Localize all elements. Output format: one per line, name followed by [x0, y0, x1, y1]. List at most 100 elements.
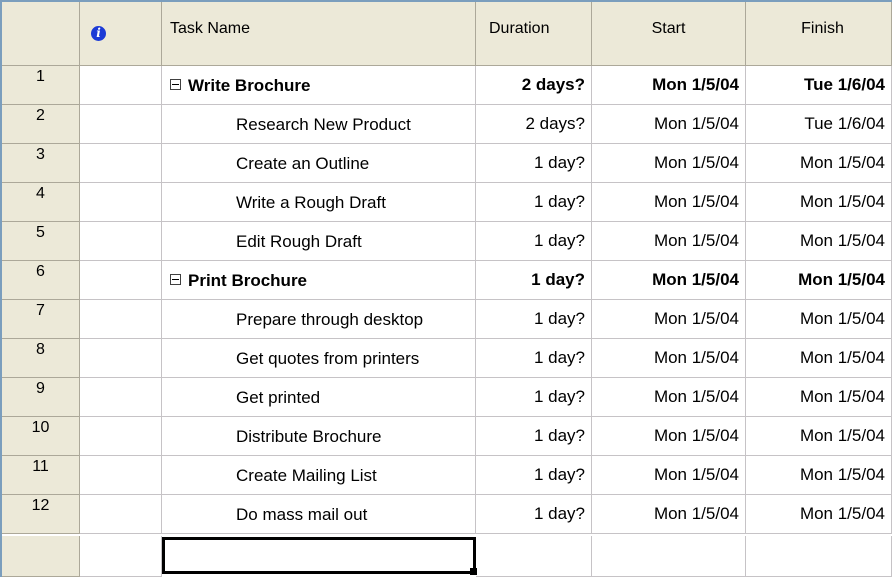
row-number[interactable]: 2: [2, 105, 80, 144]
duration-cell[interactable]: 1 day?: [476, 417, 592, 456]
task-name-cell[interactable]: Create Mailing List: [162, 456, 476, 495]
finish-cell[interactable]: Mon 1/5/04: [746, 183, 892, 222]
duration-cell[interactable]: 1 day?: [476, 183, 592, 222]
task-name-header-label: Task Name: [170, 20, 251, 37]
duration-cell[interactable]: 1 day?: [476, 339, 592, 378]
row-number[interactable]: 9: [2, 378, 80, 417]
select-all-corner[interactable]: [2, 2, 80, 66]
task-name-cell[interactable]: Get quotes from printers: [162, 339, 476, 378]
finish-cell[interactable]: Mon 1/5/04: [746, 339, 892, 378]
finish-cell[interactable]: Mon 1/5/04: [746, 300, 892, 339]
finish-cell[interactable]: Mon 1/5/04: [746, 378, 892, 417]
row-number[interactable]: 6: [2, 261, 80, 300]
duration-cell[interactable]: 2 days?: [476, 66, 592, 105]
row-number[interactable]: 3: [2, 144, 80, 183]
task-name-cell[interactable]: Distribute Brochure: [162, 417, 476, 456]
indicator-cell[interactable]: [80, 144, 162, 183]
finish-header-label: Finish: [801, 20, 844, 37]
empty-duration-cell[interactable]: [476, 536, 592, 577]
indicator-cell[interactable]: [80, 300, 162, 339]
duration-cell[interactable]: 1 day?: [476, 495, 592, 534]
finish-cell[interactable]: Mon 1/5/04: [746, 222, 892, 261]
duration-cell[interactable]: 1 day?: [476, 378, 592, 417]
task-name-text: Distribute Brochure: [236, 426, 382, 446]
collapse-icon[interactable]: [170, 273, 181, 285]
indicator-cell[interactable]: [80, 261, 162, 300]
indicator-cell[interactable]: [80, 456, 162, 495]
row-number[interactable]: 12: [2, 495, 80, 534]
task-name-cell[interactable]: Write a Rough Draft: [162, 183, 476, 222]
duration-cell[interactable]: 1 day?: [476, 222, 592, 261]
task-name-cell[interactable]: Create an Outline: [162, 144, 476, 183]
task-name-text: Write Brochure: [188, 75, 311, 95]
task-name-cell[interactable]: Get printed: [162, 378, 476, 417]
empty-indicator-cell[interactable]: [80, 536, 162, 577]
duration-cell[interactable]: 1 day?: [476, 144, 592, 183]
start-cell[interactable]: Mon 1/5/04: [592, 222, 746, 261]
start-cell[interactable]: Mon 1/5/04: [592, 339, 746, 378]
finish-cell[interactable]: Mon 1/5/04: [746, 495, 892, 534]
start-cell[interactable]: Mon 1/5/04: [592, 183, 746, 222]
row-number-empty[interactable]: [2, 536, 80, 577]
start-cell[interactable]: Mon 1/5/04: [592, 378, 746, 417]
column-header-start[interactable]: Start: [592, 2, 746, 66]
start-cell[interactable]: Mon 1/5/04: [592, 495, 746, 534]
task-name-text: Research New Product: [236, 114, 411, 134]
task-name-cell[interactable]: Edit Rough Draft: [162, 222, 476, 261]
empty-start-cell[interactable]: [592, 536, 746, 577]
start-cell[interactable]: Mon 1/5/04: [592, 417, 746, 456]
indicator-cell[interactable]: [80, 495, 162, 534]
row-number[interactable]: 10: [2, 417, 80, 456]
row-number[interactable]: 8: [2, 339, 80, 378]
fill-handle[interactable]: [470, 568, 477, 575]
task-name-text: Create Mailing List: [236, 465, 377, 485]
task-name-cell[interactable]: Research New Product: [162, 105, 476, 144]
start-cell[interactable]: Mon 1/5/04: [592, 261, 746, 300]
duration-cell[interactable]: 1 day?: [476, 261, 592, 300]
start-cell[interactable]: Mon 1/5/04: [592, 105, 746, 144]
finish-cell[interactable]: Mon 1/5/04: [746, 417, 892, 456]
indicator-cell[interactable]: [80, 417, 162, 456]
finish-cell[interactable]: Mon 1/5/04: [746, 456, 892, 495]
active-task-name-cell[interactable]: [162, 537, 476, 574]
column-header-finish[interactable]: Finish: [746, 2, 892, 66]
task-name-cell[interactable]: Prepare through desktop: [162, 300, 476, 339]
row-number[interactable]: 1: [2, 66, 80, 105]
indicator-cell[interactable]: [80, 222, 162, 261]
row-number[interactable]: 7: [2, 300, 80, 339]
summary-task-name-cell[interactable]: Print Brochure: [162, 261, 476, 300]
task-name-cell[interactable]: Do mass mail out: [162, 495, 476, 534]
task-name-text: Print Brochure: [188, 270, 308, 290]
task-name-text: Prepare through desktop: [236, 309, 424, 329]
start-cell[interactable]: Mon 1/5/04: [592, 300, 746, 339]
duration-cell[interactable]: 1 day?: [476, 456, 592, 495]
row-number[interactable]: 4: [2, 183, 80, 222]
column-header-duration[interactable]: Duration: [476, 2, 592, 66]
indicator-cell[interactable]: [80, 105, 162, 144]
column-header-indicators[interactable]: i: [80, 2, 162, 66]
task-name-text: Create an Outline: [236, 153, 370, 173]
task-name-text: Edit Rough Draft: [236, 231, 362, 251]
start-cell[interactable]: Mon 1/5/04: [592, 456, 746, 495]
finish-cell[interactable]: Tue 1/6/04: [746, 66, 892, 105]
summary-task-name-cell[interactable]: Write Brochure: [162, 66, 476, 105]
indicator-cell[interactable]: [80, 183, 162, 222]
duration-cell[interactable]: 1 day?: [476, 300, 592, 339]
info-icon: i: [91, 26, 106, 41]
finish-cell[interactable]: Mon 1/5/04: [746, 261, 892, 300]
finish-cell[interactable]: Tue 1/6/04: [746, 105, 892, 144]
start-cell[interactable]: Mon 1/5/04: [592, 66, 746, 105]
collapse-icon[interactable]: [170, 78, 181, 90]
indicator-cell[interactable]: [80, 339, 162, 378]
start-cell[interactable]: Mon 1/5/04: [592, 144, 746, 183]
row-number[interactable]: 11: [2, 456, 80, 495]
empty-finish-cell[interactable]: [746, 536, 892, 577]
indicator-cell[interactable]: [80, 66, 162, 105]
start-header-label: Start: [651, 20, 686, 37]
column-header-task-name[interactable]: Task Name: [162, 2, 476, 66]
row-number[interactable]: 5: [2, 222, 80, 261]
finish-cell[interactable]: Mon 1/5/04: [746, 144, 892, 183]
indicator-cell[interactable]: [80, 378, 162, 417]
task-name-text: Do mass mail out: [236, 504, 368, 524]
duration-cell[interactable]: 2 days?: [476, 105, 592, 144]
